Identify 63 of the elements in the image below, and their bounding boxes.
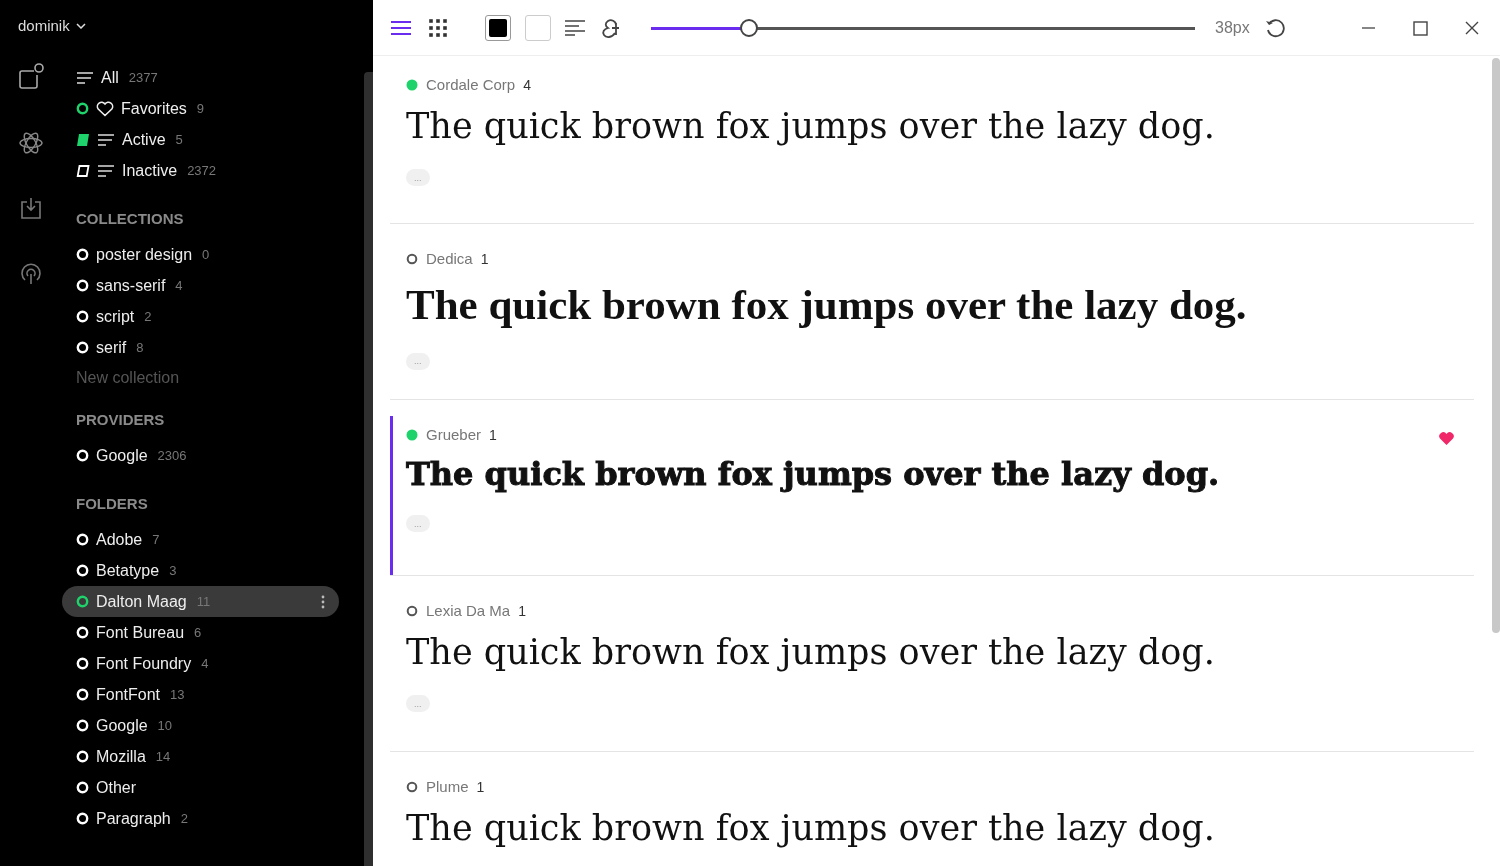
download-icon[interactable] [20, 196, 42, 220]
filter-item[interactable]: Inactive 2372 [62, 155, 339, 186]
sidebar-item[interactable]: Paragraph 2 [62, 803, 339, 834]
size-reading: 38px [1215, 18, 1250, 37]
font-sample: The quick brown fox jumps over the lazy dog. [406, 631, 1216, 673]
list-icon [97, 132, 115, 147]
font-count: 1 [476, 778, 485, 795]
color-swatch[interactable] [485, 14, 511, 41]
sidebar-item[interactable]: serif 8 [62, 332, 339, 363]
font-name: Dedica [426, 250, 473, 267]
sidebar-item[interactable]: Font Bureau 6 [62, 617, 339, 648]
filter-item[interactable]: Active 5 [62, 124, 339, 155]
font-count: 1 [518, 602, 526, 619]
font-sample: The quick brown fox jumps over the lazy dog. [406, 105, 1216, 147]
inactive-filter-icon [76, 164, 90, 177]
section-heading: PROVIDERS [76, 411, 166, 428]
filter-item[interactable]: All 2377 [62, 62, 339, 93]
chevron-down-icon [75, 22, 86, 29]
sidebar-item[interactable]: Mozilla 14 [62, 741, 339, 772]
active-status-icon[interactable] [76, 102, 89, 115]
font-name: Plume [426, 778, 469, 795]
sidebar-item[interactable]: Font Foundry 4 [62, 648, 339, 679]
list-icon [97, 163, 115, 178]
font-card[interactable]: Grueber 1 The quick brown fox jumps over the lazy dog. ... [390, 400, 1474, 576]
slider-thumb[interactable] [739, 18, 758, 37]
user-menu[interactable]: dominik [18, 17, 86, 34]
sidebar-item[interactable]: Adobe 7 [62, 524, 339, 555]
active-status-icon[interactable] [76, 595, 89, 608]
font-sample: The quick brown fox jumps over the lazy dog. [406, 280, 1248, 330]
font-name: Grueber [426, 426, 482, 443]
shapes-icon[interactable] [17, 62, 45, 90]
sidebar-item[interactable]: Dalton Maag 11 [62, 586, 339, 617]
sidebar-item[interactable]: script 2 [62, 301, 339, 332]
atom-icon[interactable] [18, 130, 44, 156]
font-count: 1 [480, 250, 489, 267]
font-count: 4 [523, 76, 531, 93]
sidebar-item[interactable]: sans-serif 4 [62, 270, 339, 301]
scrollbar[interactable] [1492, 58, 1500, 633]
font-name: Lexia Da Ma [426, 602, 511, 619]
sidebar-item[interactable]: Google 2306 [62, 440, 339, 471]
active-filter-icon [76, 133, 90, 146]
sidebar-item[interactable]: Other [62, 772, 339, 803]
more-icon[interactable] [321, 594, 325, 609]
color-swatch[interactable] [525, 14, 551, 41]
sidebar-item[interactable]: Betatype 3 [62, 555, 339, 586]
font-name: Cordale Corp [426, 76, 516, 93]
align-left-icon[interactable] [565, 19, 585, 36]
sidebar-item[interactable]: Google 10 [62, 710, 339, 741]
heart-icon [96, 100, 114, 117]
filter-item[interactable]: Favorites 9 [62, 93, 339, 124]
list-icon [76, 70, 94, 85]
font-count: 1 [489, 426, 497, 443]
font-sample: The quick brown fox jumps over the lazy dog. [406, 807, 1216, 849]
section-heading: FOLDERS [76, 495, 149, 512]
heart-icon[interactable] [1439, 432, 1454, 445]
font-sample: The quick brown fox jumps over the lazy dog. [406, 455, 1221, 494]
sidebar-item[interactable]: poster design 0 [62, 239, 339, 270]
scrollbar[interactable] [364, 72, 373, 866]
section-heading: COLLECTIONS [76, 210, 185, 227]
size-slider[interactable] [651, 17, 1195, 38]
sidebar-item[interactable]: FontFont 13 [62, 679, 339, 710]
font-card[interactable]: Plume 1 The quick brown fox jumps over the lazy dog. [390, 752, 1474, 866]
new-collection-field[interactable]: New collection [76, 369, 226, 387]
